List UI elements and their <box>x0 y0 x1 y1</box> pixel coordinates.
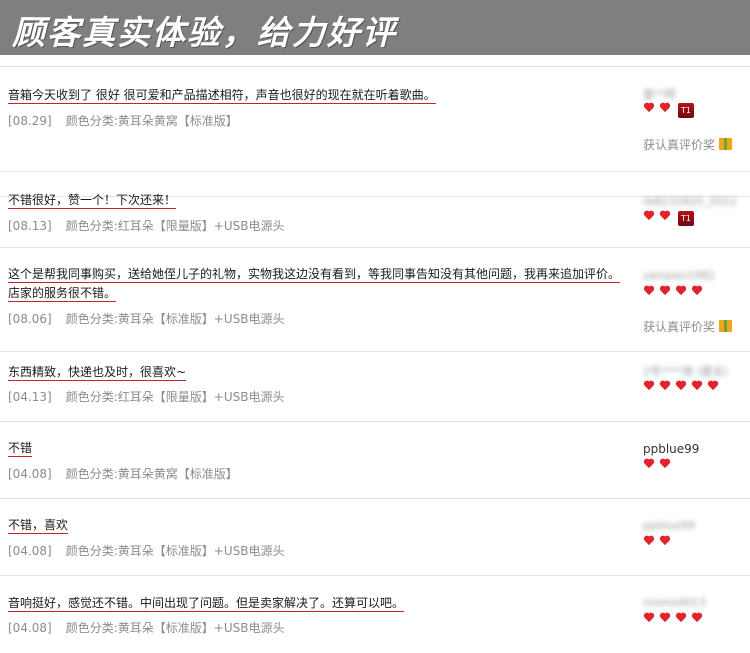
review-variant: 颜色分类:红耳朵【限量版】+USB电源头 <box>65 390 285 404</box>
review-date: [08.06] <box>8 312 52 326</box>
review-comment: 音箱今天收到了 很好 很可爱和产品描述相符，声音也很好的现在就在听着歌曲。 <box>8 88 436 104</box>
review-meta: [08.06] 颜色分类:黄耳朵【标准版】+USB电源头 <box>8 310 284 327</box>
review-variant: 颜色分类:黄耳朵黄窝【标准版】 <box>65 467 238 481</box>
heart-icon <box>643 211 655 222</box>
heart-icon <box>643 286 655 297</box>
banner-title: 顾客真实体验，给力好评 <box>12 13 397 52</box>
review-meta: [04.08] 颜色分类:黄耳朵黄窝【标准版】 <box>8 465 238 482</box>
heart-icon <box>659 536 671 547</box>
gift-icon <box>719 320 733 332</box>
review-item: 不错很好，赞一个！下次还来！ [08.13] 颜色分类:红耳朵【限量版】+USB电… <box>0 119 750 233</box>
heart-icon <box>643 381 655 392</box>
reviewer-rating <box>643 536 675 550</box>
reviewer-rating: T1 <box>643 211 694 226</box>
review-date: [08.13] <box>8 219 52 233</box>
heart-icon <box>659 381 671 392</box>
review-date: [04.08] <box>8 544 52 558</box>
review-comment: 不错，喜欢 <box>8 518 69 534</box>
heart-icon <box>659 103 671 114</box>
reward-label: 获认真评价奖 <box>643 318 733 335</box>
review-date: [04.08] <box>8 467 52 481</box>
review-variant: 颜色分类:黄耳朵【标准版】+USB电源头 <box>65 544 285 558</box>
review-item: 不错 [04.08] 颜色分类:黄耳朵黄窝【标准版】 ppblue99 <box>0 422 750 499</box>
tmall-badge-icon: T1 <box>678 103 694 118</box>
reviewer-rating <box>643 459 675 473</box>
reviewer-name[interactable]: ppblue99 <box>643 442 699 456</box>
heart-icon <box>659 459 671 470</box>
heart-icon <box>675 613 687 624</box>
heart-icon <box>659 613 671 624</box>
review-comment: 不错很好，赞一个！下次还来！ <box>8 193 177 209</box>
review-variant: 颜色分类:红耳朵【限量版】+USB电源头 <box>65 219 285 233</box>
heart-icon <box>643 459 655 470</box>
review-meta: [04.13] 颜色分类:红耳朵【限量版】+USB电源头 <box>8 388 284 405</box>
heart-icon <box>643 536 655 547</box>
heart-icon <box>691 381 703 392</box>
reviewer-name[interactable]: yanqiao1982 <box>643 269 715 282</box>
review-variant: 颜色分类:黄耳朵【标准版】+USB电源头 <box>65 621 285 635</box>
heart-icon <box>675 381 687 392</box>
heart-icon <box>659 286 671 297</box>
reviewer-name[interactable]: 2号****库 (匿名) <box>643 363 728 379</box>
tmall-badge-icon: T1 <box>678 211 694 226</box>
heart-icon <box>691 613 703 624</box>
review-meta: [04.08] 颜色分类:黄耳朵【标准版】+USB电源头 <box>8 619 284 636</box>
review-date: [04.13] <box>8 390 52 404</box>
reviewer-rating: T1 <box>643 103 694 118</box>
reviewer-rating <box>643 381 723 395</box>
review-comment: 不错 <box>8 441 33 457</box>
review-item: 音响挺好，感觉还不错。中间出现了问题。但是卖家解决了。还算可以吧。 [04.08… <box>0 576 750 653</box>
heart-icon <box>675 286 687 297</box>
header-banner: 顾客真实体验，给力好评 <box>0 0 750 55</box>
heart-icon <box>643 103 655 114</box>
review-item: 不错，喜欢 [04.08] 颜色分类:黄耳朵【标准版】+USB电源头 ppblue… <box>0 499 750 576</box>
review-date: [04.08] <box>8 621 52 635</box>
heart-icon <box>643 613 655 624</box>
reviewer-name[interactable]: momo4013 <box>643 596 706 609</box>
heart-icon <box>707 381 719 392</box>
reviewer-rating <box>643 613 707 627</box>
review-comment: 音响挺好，感觉还不错。中间出现了问题。但是卖家解决了。还算可以吧。 <box>8 596 405 612</box>
review-comment-line2: 店家的服务很不错。 <box>8 286 117 302</box>
review-comment: 东西精致，快递也及时，很喜欢~ <box>8 365 187 381</box>
review-meta: [04.08] 颜色分类:黄耳朵【标准版】+USB电源头 <box>8 542 284 559</box>
review-variant: 颜色分类:黄耳朵【标准版】+USB电源头 <box>65 312 285 326</box>
heart-icon <box>659 211 671 222</box>
heart-icon <box>691 286 703 297</box>
review-item: 东西精致，快递也及时，很喜欢~ [04.13] 颜色分类:红耳朵【限量版】+USB… <box>0 351 750 422</box>
reviewer-name[interactable]: 雷**晖 <box>643 86 676 102</box>
reviewer-name[interactable]: tb8232820_2012 <box>643 195 737 208</box>
reviewer-name[interactable]: ppblue99 <box>643 519 695 532</box>
review-item: 这个是帮我同事购买，送给她侄儿子的礼物，实物我这边没有看到，等我同事告知没有其他… <box>0 247 750 352</box>
reviewer-rating <box>643 286 707 300</box>
review-meta: [08.13] 颜色分类:红耳朵【限量版】+USB电源头 <box>8 217 284 234</box>
review-comment: 这个是帮我同事购买，送给她侄儿子的礼物，实物我这边没有看到，等我同事告知没有其他… <box>8 267 621 283</box>
